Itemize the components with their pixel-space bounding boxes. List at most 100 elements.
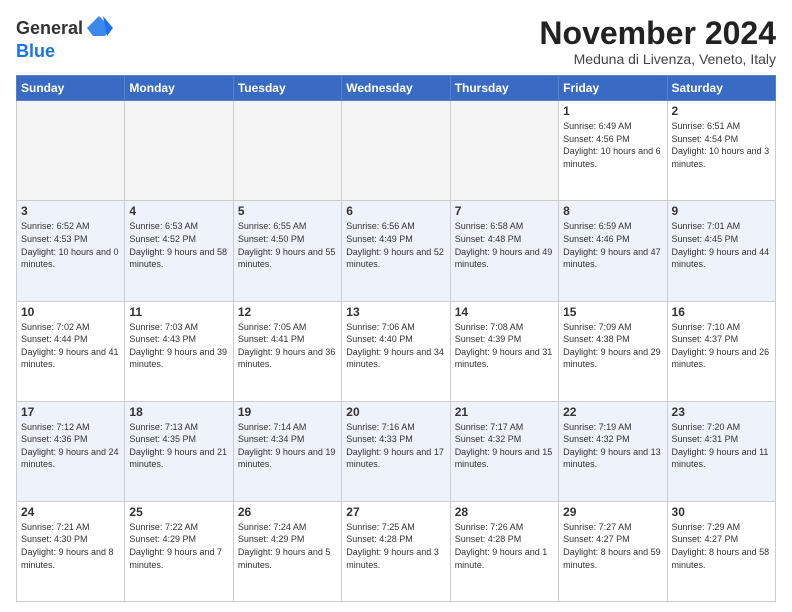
day-info: Sunrise: 7:22 AM Sunset: 4:29 PM Dayligh… bbox=[129, 521, 228, 571]
day-info: Sunrise: 7:06 AM Sunset: 4:40 PM Dayligh… bbox=[346, 321, 445, 371]
day-cell: 11 Sunrise: 7:03 AM Sunset: 4:43 PM Dayli… bbox=[125, 301, 233, 401]
day-number: 21 bbox=[455, 405, 554, 419]
day-number: 26 bbox=[238, 505, 337, 519]
day-info: Sunrise: 7:19 AM Sunset: 4:32 PM Dayligh… bbox=[563, 421, 662, 471]
day-info: Sunrise: 7:01 AM Sunset: 4:45 PM Dayligh… bbox=[672, 220, 771, 270]
day-cell: 12 Sunrise: 7:05 AM Sunset: 4:41 PM Dayli… bbox=[233, 301, 341, 401]
week-row-2: 3Sunrise: 6:52 AM Sunset: 4:53 PM Daylig… bbox=[17, 201, 776, 301]
day-cell: 29 Sunrise: 7:27 AM Sunset: 4:27 PM Dayli… bbox=[559, 501, 667, 601]
day-number: 8 bbox=[563, 204, 662, 218]
day-number: 18 bbox=[129, 405, 228, 419]
day-number: 12 bbox=[238, 305, 337, 319]
day-header-friday: Friday bbox=[559, 76, 667, 101]
day-number: 23 bbox=[672, 405, 771, 419]
day-cell bbox=[342, 101, 450, 201]
day-info: Sunrise: 6:55 AM Sunset: 4:50 PM Dayligh… bbox=[238, 220, 337, 270]
day-info: Sunrise: 6:52 AM Sunset: 4:53 PM Dayligh… bbox=[21, 220, 120, 270]
day-number: 4 bbox=[129, 204, 228, 218]
header-row: SundayMondayTuesdayWednesdayThursdayFrid… bbox=[17, 76, 776, 101]
day-header-sunday: Sunday bbox=[17, 76, 125, 101]
day-cell: 1 Sunrise: 6:49 AM Sunset: 4:56 PM Daylig… bbox=[559, 101, 667, 201]
day-number: 25 bbox=[129, 505, 228, 519]
day-info: Sunrise: 6:59 AM Sunset: 4:46 PM Dayligh… bbox=[563, 220, 662, 270]
day-cell bbox=[233, 101, 341, 201]
day-cell: 4 Sunrise: 6:53 AM Sunset: 4:52 PM Daylig… bbox=[125, 201, 233, 301]
page: General Blue November 2024 Meduna di Liv… bbox=[0, 0, 792, 612]
day-cell: 5 Sunrise: 6:55 AM Sunset: 4:50 PM Daylig… bbox=[233, 201, 341, 301]
day-number: 6 bbox=[346, 204, 445, 218]
month-title: November 2024 bbox=[539, 16, 776, 51]
day-number: 2 bbox=[672, 104, 771, 118]
header: General Blue November 2024 Meduna di Liv… bbox=[16, 16, 776, 67]
day-cell: 17 Sunrise: 7:12 AM Sunset: 4:36 PM Dayli… bbox=[17, 401, 125, 501]
day-cell: 30Sunrise: 7:29 AM Sunset: 4:27 PM Dayli… bbox=[667, 501, 775, 601]
day-cell bbox=[125, 101, 233, 201]
day-info: Sunrise: 7:16 AM Sunset: 4:33 PM Dayligh… bbox=[346, 421, 445, 471]
week-row-5: 24 Sunrise: 7:21 AM Sunset: 4:30 PM Dayli… bbox=[17, 501, 776, 601]
day-number: 11 bbox=[129, 305, 228, 319]
day-info: Sunrise: 6:56 AM Sunset: 4:49 PM Dayligh… bbox=[346, 220, 445, 270]
title-block: November 2024 Meduna di Livenza, Veneto,… bbox=[539, 16, 776, 67]
day-cell: 3Sunrise: 6:52 AM Sunset: 4:53 PM Daylig… bbox=[17, 201, 125, 301]
logo: General Blue bbox=[16, 16, 113, 62]
day-info: Sunrise: 7:26 AM Sunset: 4:28 PM Dayligh… bbox=[455, 521, 554, 571]
day-info: Sunrise: 7:17 AM Sunset: 4:32 PM Dayligh… bbox=[455, 421, 554, 471]
day-header-monday: Monday bbox=[125, 76, 233, 101]
day-number: 17 bbox=[21, 405, 120, 419]
day-cell: 9Sunrise: 7:01 AM Sunset: 4:45 PM Daylig… bbox=[667, 201, 775, 301]
day-cell: 15Sunrise: 7:09 AM Sunset: 4:38 PM Dayli… bbox=[559, 301, 667, 401]
day-cell: 23 Sunrise: 7:20 AM Sunset: 4:31 PM Dayli… bbox=[667, 401, 775, 501]
week-row-1: 1 Sunrise: 6:49 AM Sunset: 4:56 PM Daylig… bbox=[17, 101, 776, 201]
day-cell: 28 Sunrise: 7:26 AM Sunset: 4:28 PM Dayli… bbox=[450, 501, 558, 601]
day-info: Sunrise: 6:51 AM Sunset: 4:54 PM Dayligh… bbox=[672, 120, 771, 170]
day-cell: 6 Sunrise: 6:56 AM Sunset: 4:49 PM Daylig… bbox=[342, 201, 450, 301]
day-number: 28 bbox=[455, 505, 554, 519]
day-cell: 13 Sunrise: 7:06 AM Sunset: 4:40 PM Dayli… bbox=[342, 301, 450, 401]
day-header-wednesday: Wednesday bbox=[342, 76, 450, 101]
day-info: Sunrise: 7:25 AM Sunset: 4:28 PM Dayligh… bbox=[346, 521, 445, 571]
day-number: 1 bbox=[563, 104, 662, 118]
logo-blue: Blue bbox=[16, 41, 55, 61]
day-info: Sunrise: 6:53 AM Sunset: 4:52 PM Dayligh… bbox=[129, 220, 228, 270]
day-number: 27 bbox=[346, 505, 445, 519]
day-cell: 20 Sunrise: 7:16 AM Sunset: 4:33 PM Dayli… bbox=[342, 401, 450, 501]
day-cell: 22Sunrise: 7:19 AM Sunset: 4:32 PM Dayli… bbox=[559, 401, 667, 501]
day-info: Sunrise: 7:27 AM Sunset: 4:27 PM Dayligh… bbox=[563, 521, 662, 571]
day-number: 20 bbox=[346, 405, 445, 419]
week-row-3: 10Sunrise: 7:02 AM Sunset: 4:44 PM Dayli… bbox=[17, 301, 776, 401]
day-cell: 21 Sunrise: 7:17 AM Sunset: 4:32 PM Dayli… bbox=[450, 401, 558, 501]
day-cell: 18Sunrise: 7:13 AM Sunset: 4:35 PM Dayli… bbox=[125, 401, 233, 501]
day-info: Sunrise: 7:08 AM Sunset: 4:39 PM Dayligh… bbox=[455, 321, 554, 371]
day-number: 13 bbox=[346, 305, 445, 319]
location: Meduna di Livenza, Veneto, Italy bbox=[539, 51, 776, 67]
day-cell: 26 Sunrise: 7:24 AM Sunset: 4:29 PM Dayli… bbox=[233, 501, 341, 601]
day-number: 14 bbox=[455, 305, 554, 319]
day-info: Sunrise: 7:10 AM Sunset: 4:37 PM Dayligh… bbox=[672, 321, 771, 371]
day-cell: 10Sunrise: 7:02 AM Sunset: 4:44 PM Dayli… bbox=[17, 301, 125, 401]
day-cell: 16Sunrise: 7:10 AM Sunset: 4:37 PM Dayli… bbox=[667, 301, 775, 401]
day-number: 5 bbox=[238, 204, 337, 218]
day-number: 19 bbox=[238, 405, 337, 419]
day-number: 7 bbox=[455, 204, 554, 218]
day-cell: 25 Sunrise: 7:22 AM Sunset: 4:29 PM Dayli… bbox=[125, 501, 233, 601]
logo-general: General bbox=[16, 19, 83, 39]
day-info: Sunrise: 7:12 AM Sunset: 4:36 PM Dayligh… bbox=[21, 421, 120, 471]
day-number: 24 bbox=[21, 505, 120, 519]
day-cell: 24 Sunrise: 7:21 AM Sunset: 4:30 PM Dayli… bbox=[17, 501, 125, 601]
week-row-4: 17 Sunrise: 7:12 AM Sunset: 4:36 PM Dayli… bbox=[17, 401, 776, 501]
day-info: Sunrise: 7:29 AM Sunset: 4:27 PM Dayligh… bbox=[672, 521, 771, 571]
day-cell: 8 Sunrise: 6:59 AM Sunset: 4:46 PM Daylig… bbox=[559, 201, 667, 301]
calendar: SundayMondayTuesdayWednesdayThursdayFrid… bbox=[16, 75, 776, 602]
day-cell: 19Sunrise: 7:14 AM Sunset: 4:34 PM Dayli… bbox=[233, 401, 341, 501]
day-number: 29 bbox=[563, 505, 662, 519]
day-info: Sunrise: 6:58 AM Sunset: 4:48 PM Dayligh… bbox=[455, 220, 554, 270]
day-cell: 7 Sunrise: 6:58 AM Sunset: 4:48 PM Daylig… bbox=[450, 201, 558, 301]
day-info: Sunrise: 7:24 AM Sunset: 4:29 PM Dayligh… bbox=[238, 521, 337, 571]
day-info: Sunrise: 7:03 AM Sunset: 4:43 PM Dayligh… bbox=[129, 321, 228, 371]
day-cell: 14 Sunrise: 7:08 AM Sunset: 4:39 PM Dayli… bbox=[450, 301, 558, 401]
day-info: Sunrise: 7:20 AM Sunset: 4:31 PM Dayligh… bbox=[672, 421, 771, 471]
day-info: Sunrise: 7:21 AM Sunset: 4:30 PM Dayligh… bbox=[21, 521, 120, 571]
day-info: Sunrise: 7:05 AM Sunset: 4:41 PM Dayligh… bbox=[238, 321, 337, 371]
day-info: Sunrise: 6:49 AM Sunset: 4:56 PM Dayligh… bbox=[563, 120, 662, 170]
day-number: 15 bbox=[563, 305, 662, 319]
